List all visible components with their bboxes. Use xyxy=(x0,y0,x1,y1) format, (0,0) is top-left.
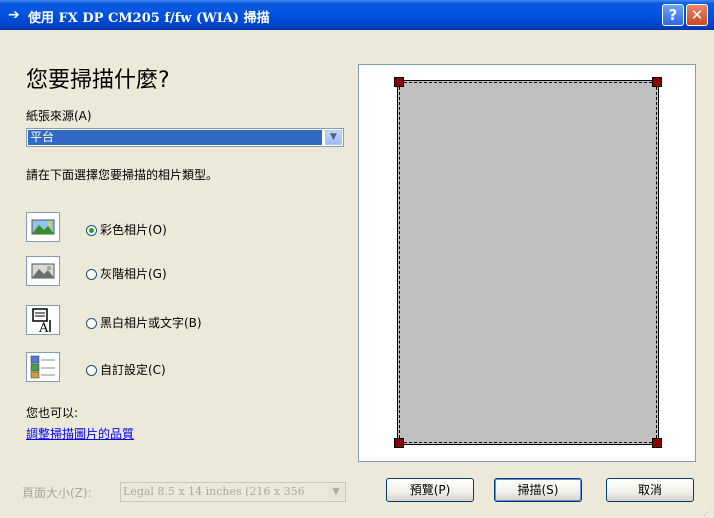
custom-settings-icon[interactable] xyxy=(26,352,60,382)
grayscale-picture-icon[interactable] xyxy=(26,256,60,286)
scan-preview-area[interactable] xyxy=(358,64,696,462)
radio-selected-indicator[interactable] xyxy=(86,225,97,236)
svg-text:A: A xyxy=(38,321,49,334)
title-bar: ➔ 使用 FX DP CM205 f/fw (WIA) 掃描 ? ✕ xyxy=(0,0,714,30)
scanner-arrow-icon: ➔ xyxy=(8,7,20,23)
radio-black-white[interactable]: 黑白相片或文字(B) xyxy=(86,314,202,331)
radio-indicator[interactable] xyxy=(86,269,97,280)
adjust-quality-link[interactable]: 調整掃描圖片的品質 xyxy=(26,425,134,442)
chevron-down-icon[interactable]: ▼ xyxy=(325,130,342,145)
scan-button[interactable]: 掃描(S) xyxy=(494,478,582,502)
paper-source-select[interactable]: 平台 ▼ xyxy=(26,128,344,147)
preview-button[interactable]: 預覽(P) xyxy=(386,478,474,502)
page-size-select[interactable]: Legal 8.5 x 14 inches (216 x 356 ▼ xyxy=(120,482,346,502)
radio-indicator[interactable] xyxy=(86,318,97,329)
radio-label-custom: 自訂設定(C) xyxy=(100,363,166,377)
also-label: 您也可以: xyxy=(26,406,79,420)
page-size-value: Legal 8.5 x 14 inches (216 x 356 xyxy=(123,485,305,498)
crop-handle-bottom-right[interactable] xyxy=(652,438,662,448)
paper-source-label: 紙張來源(A) xyxy=(26,109,92,123)
radio-label-color: 彩色相片(O) xyxy=(100,223,167,237)
crop-handle-top-left[interactable] xyxy=(394,77,404,87)
radio-indicator[interactable] xyxy=(86,365,97,376)
radio-label-grayscale: 灰階相片(G) xyxy=(100,267,167,281)
radio-grayscale-picture[interactable]: 灰階相片(G) xyxy=(86,265,167,282)
black-white-text-icon[interactable]: A xyxy=(26,305,60,336)
radio-color-picture[interactable]: 彩色相片(O) xyxy=(86,221,167,238)
crop-handle-bottom-left[interactable] xyxy=(394,438,404,448)
cancel-button[interactable]: 取消 xyxy=(606,478,694,502)
help-button[interactable]: ? xyxy=(662,4,684,26)
close-button[interactable]: ✕ xyxy=(686,4,708,26)
window-title: 使用 FX DP CM205 f/fw (WIA) 掃描 xyxy=(28,11,270,26)
paper-source-value: 平台 xyxy=(28,130,322,145)
picture-type-prompt: 請在下面選擇您要掃描的相片類型。 xyxy=(26,168,219,182)
radio-label-black-white: 黑白相片或文字(B) xyxy=(100,316,202,330)
page-heading: 您要掃描什麼? xyxy=(26,68,170,93)
crop-selection[interactable] xyxy=(399,82,657,443)
radio-custom-settings[interactable]: 自訂設定(C) xyxy=(86,361,166,378)
resize-grip-icon[interactable]: ⋰ xyxy=(703,509,711,517)
page-size-label: 頁面大小(Z): xyxy=(22,486,92,500)
scan-dialog: ➔ 使用 FX DP CM205 f/fw (WIA) 掃描 ? ✕ 您要掃描什… xyxy=(0,0,714,518)
color-picture-icon[interactable] xyxy=(26,212,60,242)
crop-handle-top-right[interactable] xyxy=(652,77,662,87)
chevron-down-icon[interactable]: ▼ xyxy=(328,484,344,500)
